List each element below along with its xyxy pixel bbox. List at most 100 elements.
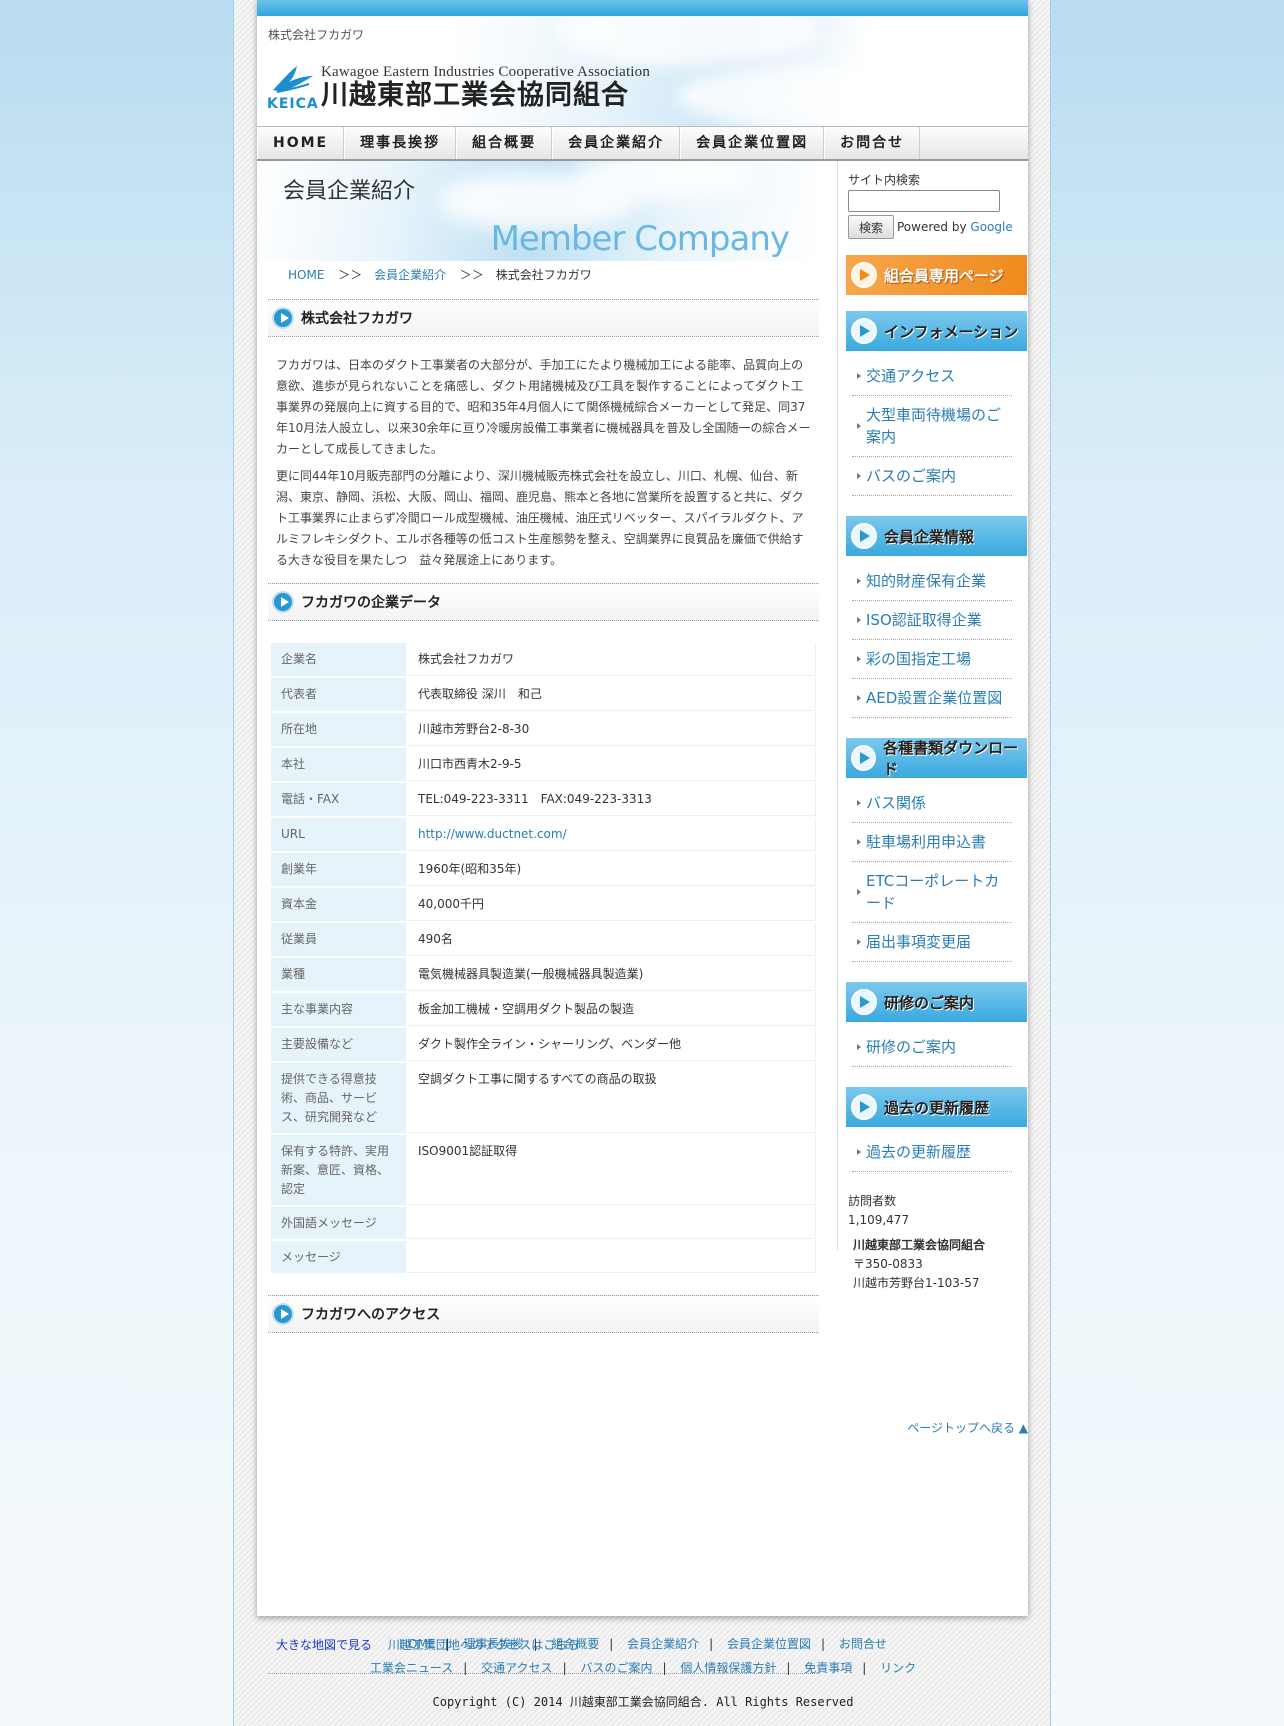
sidebar-item-ip[interactable]: 知的財産保有企業 bbox=[852, 562, 1012, 601]
table-row: 保有する特許、実用新案、意匠、資格、認定 ISO9001認証取得 bbox=[271, 1135, 816, 1205]
row-label: 資本金 bbox=[271, 888, 406, 921]
row-value: TEL:049-223-3311 FAX:049-223-3313 bbox=[408, 783, 816, 816]
google-link[interactable]: Google bbox=[970, 220, 1012, 234]
table-row: 提供できる得意技術、商品、サービス、研究開発など 空調ダクト工事に関するすべての商… bbox=[271, 1063, 816, 1133]
sidebar-item-bus[interactable]: バスのご案内 bbox=[852, 457, 1012, 496]
sidebar-item-sainokuni[interactable]: 彩の国指定工場 bbox=[852, 640, 1012, 679]
header: 株式会社フカガワ KEICA Kawagoe Eastern Industrie… bbox=[257, 16, 1028, 126]
footer-link-overview[interactable]: 組合概要 bbox=[551, 1637, 599, 1651]
breadcrumb-parent[interactable]: 会員企業紹介 bbox=[374, 268, 446, 282]
footer-row-1: HOME | 理事長挨拶 | 組合概要 | 会員企業紹介 | 会員企業位置図 | お問合せ bbox=[234, 1632, 1052, 1656]
table-row: 代表者 代表取締役 深川 和己 bbox=[271, 678, 816, 711]
footer-link-bus[interactable]: バスのご案内 bbox=[580, 1661, 652, 1675]
row-value: 40,000千円 bbox=[408, 888, 816, 921]
sidebar-item-notification[interactable]: 届出事項変更届 bbox=[852, 923, 1012, 962]
play-arrow-icon bbox=[272, 1303, 294, 1325]
table-row: 主な事業内容 板金加工機械・空調用ダクト製品の製造 bbox=[271, 993, 816, 1026]
counter-value: 1,109,477 bbox=[848, 1213, 910, 1227]
row-label: 従業員 bbox=[271, 923, 406, 956]
play-arrow-icon bbox=[272, 307, 294, 329]
arrow-right-icon bbox=[851, 745, 877, 771]
address-line: 川越市芳野台1-103-57 bbox=[853, 1276, 980, 1290]
logo[interactable]: KEICA Kawagoe Eastern Industries Coopera… bbox=[267, 60, 650, 112]
nav-home[interactable]: HOME bbox=[257, 127, 345, 159]
footer-link-links[interactable]: リンク bbox=[880, 1661, 916, 1675]
separator: | bbox=[445, 1637, 450, 1651]
breadcrumb-home[interactable]: HOME bbox=[288, 268, 324, 282]
table-row: 従業員 490名 bbox=[271, 923, 816, 956]
sidebar-item-etc[interactable]: ETCコーポレートカード bbox=[852, 862, 1012, 923]
breadcrumb-current: 株式会社フカガワ bbox=[495, 268, 592, 282]
row-value bbox=[408, 1241, 816, 1273]
nav-contact[interactable]: お問合せ bbox=[824, 127, 921, 159]
bird-icon bbox=[273, 66, 313, 93]
nav-member-map[interactable]: 会員企業位置図 bbox=[680, 127, 825, 159]
footer-link-news[interactable]: 工業会ニュース bbox=[370, 1661, 453, 1675]
row-value: 490名 bbox=[408, 923, 816, 956]
sidebar-item-aed[interactable]: AED設置企業位置図 bbox=[852, 679, 1012, 718]
section-title: フカガワへのアクセス bbox=[301, 1307, 441, 1323]
sidebar-item-parking[interactable]: 駐車場利用申込書 bbox=[852, 823, 1012, 862]
logo-text: Kawagoe Eastern Industries Cooperative A… bbox=[321, 64, 650, 112]
banner-label: 組合員専用ページ bbox=[884, 266, 1004, 285]
sidebar-item-access[interactable]: 交通アクセス bbox=[852, 357, 1012, 396]
sidebar-item-truck-waiting[interactable]: 大型車両待機場のご案内 bbox=[852, 396, 1012, 457]
nav-members[interactable]: 会員企業紹介 bbox=[552, 127, 681, 159]
row-value: ダクト製作全ライン・シャーリング、ベンダー他 bbox=[408, 1028, 816, 1061]
footer-link-greeting[interactable]: 理事長挨拶 bbox=[463, 1637, 523, 1651]
row-label: 業種 bbox=[271, 958, 406, 991]
footer-link-members[interactable]: 会員企業紹介 bbox=[627, 1637, 699, 1651]
copyright: Copyright (C) 2014 川越東部工業会協同組合. All Righ… bbox=[432, 1695, 854, 1709]
separator: | bbox=[533, 1637, 538, 1651]
search-button[interactable]: 検索 bbox=[848, 215, 894, 239]
page-top-link[interactable]: ページトップへ戻る ▲ bbox=[468, 1419, 1028, 1436]
row-value: 株式会社フカガワ bbox=[408, 643, 816, 676]
section-company-heading: 株式会社フカガワ bbox=[268, 299, 819, 337]
sidebar-item-bus-docs[interactable]: バス関係 bbox=[852, 784, 1012, 823]
banner-title: 会員企業紹介 bbox=[283, 179, 416, 204]
footer-link-contact[interactable]: お問合せ bbox=[839, 1637, 887, 1651]
company-data-table: 企業名 株式会社フカガワ 代表者 代表取締役 深川 和己 所在地 川越市芳野台2-8-… bbox=[269, 641, 818, 1275]
section-title: 株式会社フカガワ bbox=[301, 311, 413, 327]
heading-label: インフォメーション bbox=[884, 322, 1019, 341]
zip-code: 〒350-0833 bbox=[853, 1257, 923, 1271]
table-row: 企業名 株式会社フカガワ bbox=[271, 643, 816, 676]
company-url-link[interactable]: http://www.ductnet.com/ bbox=[418, 827, 567, 841]
sidebar-item-training[interactable]: 研修のご案内 bbox=[852, 1028, 1012, 1067]
footer-link-member-map[interactable]: 会員企業位置図 bbox=[727, 1637, 811, 1651]
logo-mark: KEICA bbox=[267, 60, 318, 112]
row-label: 主要設備など bbox=[271, 1028, 406, 1061]
sidebar-item-history[interactable]: 過去の更新履歴 bbox=[852, 1133, 1012, 1172]
sidebar: サイト内検索 検索 Powered by Google 組合員専用ページ インフ… bbox=[837, 161, 1028, 1290]
nav-overview[interactable]: 組合概要 bbox=[456, 127, 553, 159]
nav-greeting[interactable]: 理事長挨拶 bbox=[344, 127, 457, 159]
footer-link-home[interactable]: HOME bbox=[399, 1637, 435, 1651]
row-value: 代表取締役 深川 和己 bbox=[408, 678, 816, 711]
row-value: 川口市西青木2-9-5 bbox=[408, 748, 816, 781]
breadcrumb: HOME ＞＞ 会員企業紹介 ＞＞ 株式会社フカガワ bbox=[257, 261, 817, 287]
member-page-banner[interactable]: 組合員専用ページ bbox=[846, 255, 1027, 295]
arrow-right-icon bbox=[851, 989, 877, 1015]
heading-label: 会員企業情報 bbox=[884, 527, 975, 546]
separator: | bbox=[862, 1661, 867, 1675]
logo-japanese: 川越東部工業会協同組合 bbox=[321, 80, 629, 111]
sidebar-heading-member-info: 会員企業情報 bbox=[846, 516, 1027, 556]
footer-link-privacy[interactable]: 個人情報保護方針 bbox=[680, 1661, 776, 1675]
row-label: 本社 bbox=[271, 748, 406, 781]
map-area[interactable] bbox=[268, 1345, 819, 1630]
play-arrow-icon bbox=[272, 591, 294, 613]
footer-link-access[interactable]: 交通アクセス bbox=[481, 1661, 552, 1675]
footer-row-2: 工業会ニュース | 交通アクセス | バスのご案内 | 個人情報保護方針 | 免責事項 |… bbox=[234, 1656, 1052, 1680]
sidebar-list-member-info: 知的財産保有企業 ISO認証取得企業 彩の国指定工場 AED設置企業位置図 bbox=[852, 562, 1012, 718]
footer-link-disclaimer[interactable]: 免責事項 bbox=[804, 1661, 852, 1675]
separator: | bbox=[662, 1661, 667, 1675]
sidebar-item-iso[interactable]: ISO認証取得企業 bbox=[852, 601, 1012, 640]
sidebar-list-training: 研修のご案内 bbox=[852, 1028, 1012, 1067]
row-label: 主な事業内容 bbox=[271, 993, 406, 1026]
row-value: ISO9001認証取得 bbox=[408, 1135, 816, 1205]
arrow-right-icon bbox=[851, 262, 877, 288]
search-input[interactable] bbox=[848, 190, 1000, 212]
row-label: 保有する特許、実用新案、意匠、資格、認定 bbox=[271, 1135, 406, 1205]
page-banner: 会員企業紹介 Member Company bbox=[257, 161, 817, 261]
heading-label: 過去の更新履歴 bbox=[884, 1098, 990, 1117]
